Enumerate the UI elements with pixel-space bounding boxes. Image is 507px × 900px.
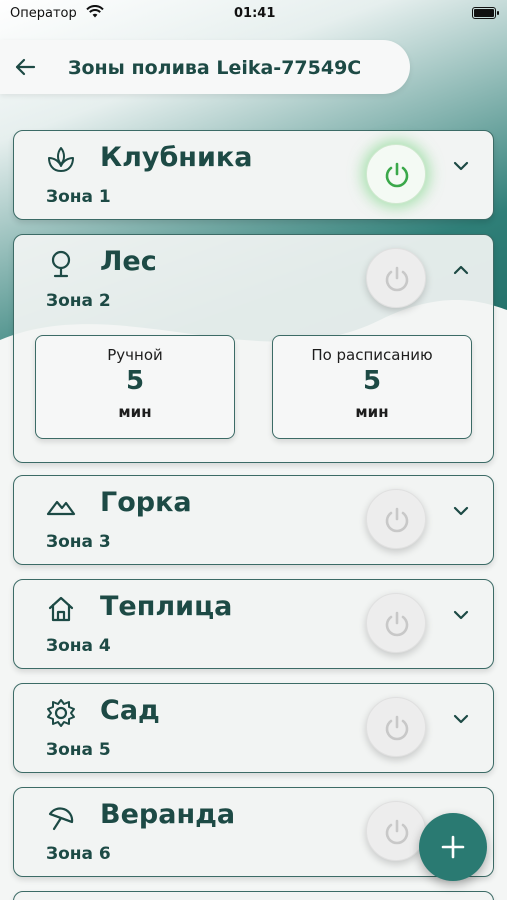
flower-icon bbox=[47, 699, 75, 727]
zone-number: Зона 4 bbox=[46, 636, 111, 656]
power-icon bbox=[385, 507, 409, 533]
power-button[interactable] bbox=[366, 248, 426, 308]
chevron-down-icon[interactable] bbox=[452, 502, 470, 520]
zone-card-4[interactable]: Теплица Зона 4 bbox=[13, 579, 494, 669]
zone-name: Горка bbox=[100, 487, 192, 518]
wifi-icon bbox=[86, 5, 104, 18]
zone-card-5[interactable]: Сад Зона 5 bbox=[13, 683, 494, 773]
power-button[interactable] bbox=[366, 489, 426, 549]
zone-card-3[interactable]: Горка Зона 3 bbox=[13, 475, 494, 565]
zone-name: Клубника bbox=[100, 142, 253, 173]
power-icon bbox=[385, 611, 409, 637]
power-button[interactable] bbox=[366, 144, 426, 204]
carrier-label: Оператор bbox=[10, 6, 77, 21]
status-bar: Оператор 01:41 bbox=[0, 0, 507, 28]
page-title: Зоны полива Leika-77549C bbox=[68, 57, 362, 79]
duration-label: Ручной bbox=[107, 346, 163, 364]
zone-number: Зона 3 bbox=[46, 532, 111, 552]
clock: 01:41 bbox=[234, 6, 276, 21]
zone-card-1[interactable]: Клубника Зона 1 bbox=[13, 130, 494, 220]
zone-name: Сад bbox=[100, 695, 160, 726]
zone-number: Зона 5 bbox=[46, 740, 111, 760]
duration-unit: мин bbox=[118, 403, 152, 421]
manual-duration-box[interactable]: Ручной 5 мин bbox=[35, 335, 235, 439]
plus-icon bbox=[441, 835, 465, 859]
zone-name: Лес bbox=[100, 246, 157, 277]
tree-icon bbox=[51, 250, 71, 278]
power-icon bbox=[385, 162, 409, 188]
zone-name: Теплица bbox=[100, 591, 233, 622]
mountains-icon bbox=[46, 500, 76, 516]
zone-card-7[interactable] bbox=[13, 891, 494, 900]
zone-number: Зона 6 bbox=[46, 844, 111, 864]
schedule-duration-box[interactable]: По расписанию 5 мин bbox=[272, 335, 472, 439]
power-button[interactable] bbox=[366, 697, 426, 757]
zone-card-2[interactable]: Лес Зона 2 Ручной 5 мин По расписанию 5 … bbox=[13, 234, 494, 463]
duration-value: 5 bbox=[125, 366, 145, 396]
power-button[interactable] bbox=[366, 801, 426, 861]
power-icon bbox=[385, 715, 409, 741]
chevron-down-icon[interactable] bbox=[452, 606, 470, 624]
power-icon bbox=[385, 266, 409, 292]
zone-name: Веранда bbox=[100, 799, 236, 830]
back-arrow-icon[interactable] bbox=[14, 56, 36, 78]
duration-unit: мин bbox=[355, 403, 389, 421]
house-icon bbox=[48, 596, 74, 622]
duration-value: 5 bbox=[362, 366, 382, 396]
chevron-down-icon[interactable] bbox=[452, 710, 470, 728]
header-bar: Зоны полива Leika-77549C bbox=[0, 40, 410, 94]
umbrella-icon bbox=[48, 807, 74, 831]
power-button[interactable] bbox=[366, 593, 426, 653]
zone-number: Зона 2 bbox=[46, 291, 111, 311]
power-icon bbox=[385, 819, 409, 845]
leaf-sprout-icon bbox=[48, 147, 74, 172]
chevron-up-icon[interactable] bbox=[452, 261, 470, 279]
duration-label: По расписанию bbox=[311, 346, 433, 364]
zone-number: Зона 1 bbox=[46, 187, 111, 207]
chevron-down-icon[interactable] bbox=[452, 157, 470, 175]
add-zone-button[interactable] bbox=[419, 813, 487, 881]
battery-icon bbox=[472, 7, 499, 19]
